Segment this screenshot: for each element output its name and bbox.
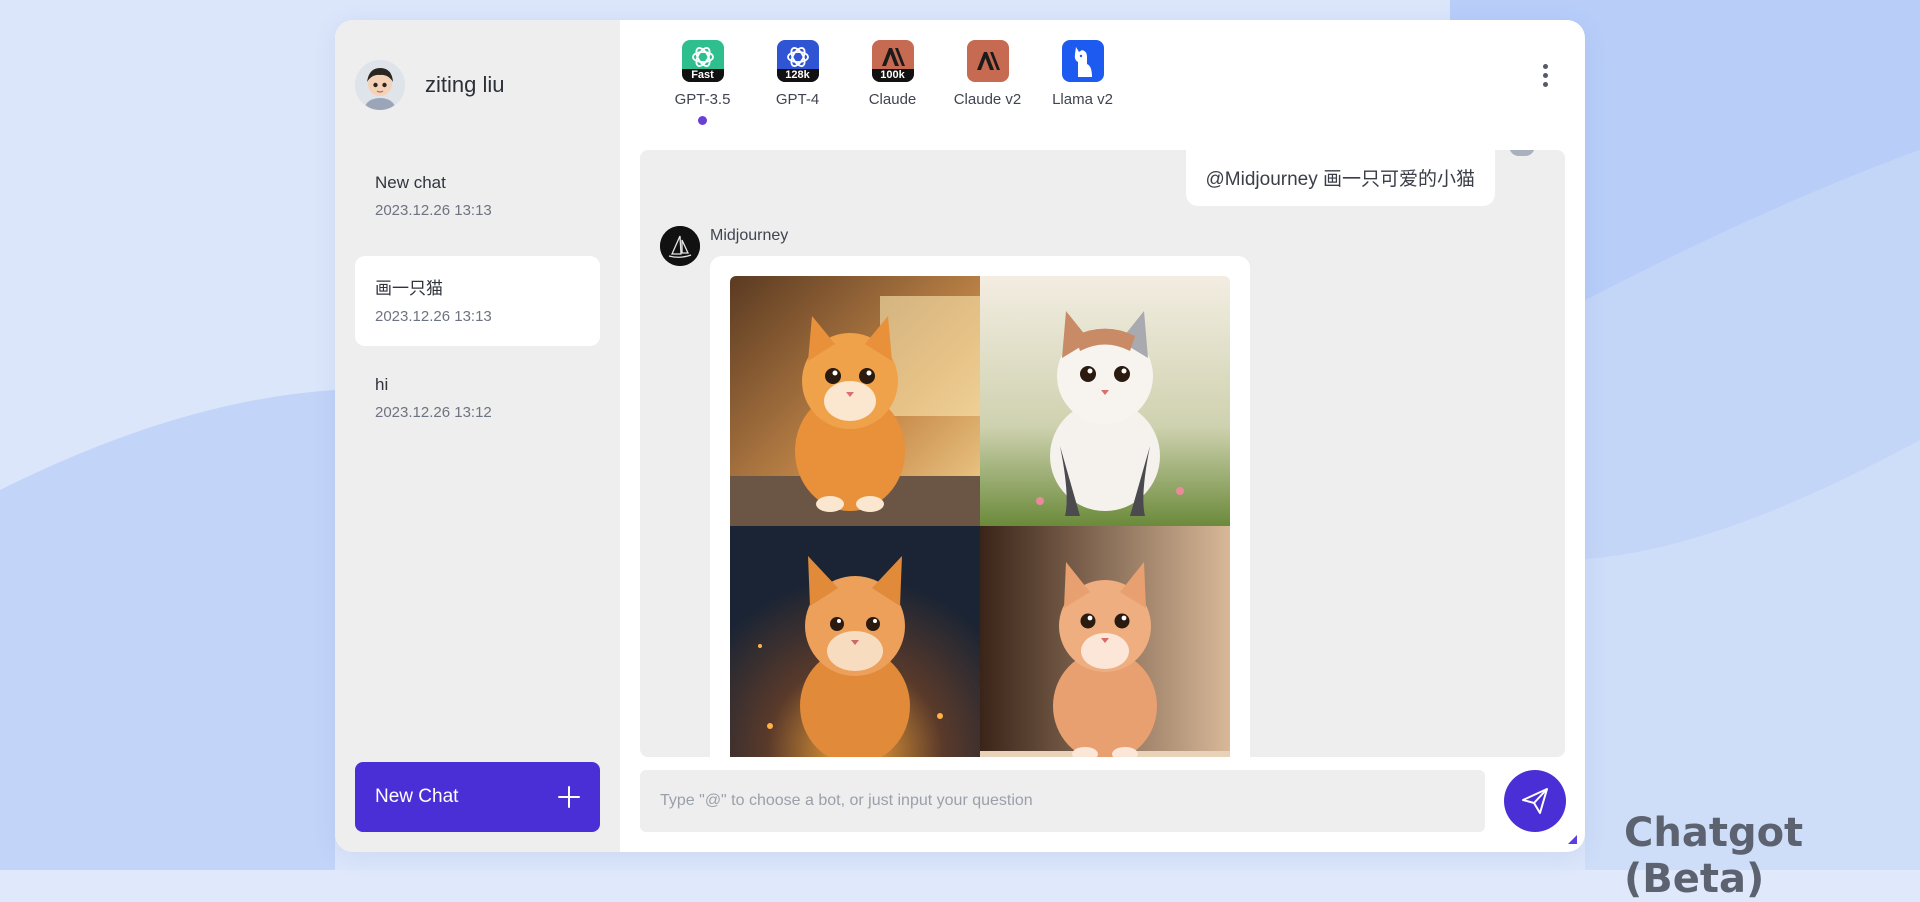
cat-image[interactable] [980, 526, 1230, 757]
brand-label: Chatgot (Beta) [1624, 810, 1804, 902]
chat-timestamp: 2023.12.26 13:13 [375, 308, 492, 325]
bot-message-card [710, 256, 1250, 757]
bot-label: GPT-4 [775, 91, 820, 108]
bot-tab-llama-v2[interactable]: Llama v2 [1035, 40, 1130, 125]
chat-title: 画一只猫 [375, 279, 443, 298]
more-dot-icon [1542, 63, 1548, 69]
openai-icon: 128k [776, 40, 819, 82]
cat-image[interactable] [730, 526, 980, 757]
bot-tab-claude[interactable]: 100k Claude [845, 40, 940, 125]
bot-label: Claude [868, 91, 917, 108]
cat-image[interactable] [980, 276, 1230, 526]
new-chat-button[interactable]: New Chat [355, 762, 600, 832]
more-dot-icon [1542, 81, 1548, 87]
chat-list-item-active[interactable]: 画一只猫 2023.12.26 13:13 [355, 256, 600, 346]
bot-sender-name: Midjourney [710, 227, 789, 244]
cat-image[interactable] [730, 276, 980, 526]
bot-selector: Fast GPT-3.5 128k GPT-4 100k Claude Clau… [655, 40, 1130, 125]
llama-icon [1061, 40, 1104, 82]
more-dot-icon [1542, 72, 1548, 78]
send-button[interactable] [1504, 770, 1566, 832]
send-icon [1522, 788, 1548, 814]
chat-timestamp: 2023.12.26 13:12 [375, 404, 492, 421]
sidebar: ziting liu New chat 2023.12.26 13:13 画一只… [335, 20, 620, 852]
avatar[interactable] [355, 60, 405, 110]
more-options-button[interactable] [1535, 60, 1555, 90]
chat-title: hi [375, 375, 389, 394]
bot-badge: Fast [681, 69, 724, 82]
user-message: @Midjourney 画一只可爱的小猫 [1185, 150, 1495, 206]
message-area[interactable]: @Midjourney 画一只可爱的小猫 Midjourney [640, 150, 1565, 757]
bot-badge: 100k [871, 69, 914, 82]
openai-icon: Fast [681, 40, 724, 82]
bot-tab-gpt-3-5[interactable]: Fast GPT-3.5 [655, 40, 750, 125]
anthropic-icon: 100k [871, 40, 914, 82]
active-indicator [698, 116, 707, 125]
bot-label: Llama v2 [1052, 91, 1113, 108]
plus-icon [558, 786, 580, 808]
username: ziting liu [425, 72, 505, 97]
bot-tab-gpt-4[interactable]: 128k GPT-4 [750, 40, 845, 125]
image-grid[interactable] [730, 276, 1230, 757]
chat-list: New chat 2023.12.26 13:13 画一只猫 2023.12.2… [355, 155, 600, 458]
message-input[interactable] [640, 770, 1485, 832]
midjourney-avatar [660, 226, 700, 266]
bot-tab-claude-v2[interactable]: Claude v2 [940, 40, 1035, 125]
app-window: ziting liu New chat 2023.12.26 13:13 画一只… [335, 20, 1585, 852]
chat-list-item[interactable]: hi 2023.12.26 13:12 [355, 357, 600, 447]
bot-badge: 128k [776, 69, 819, 82]
anthropic-icon [966, 40, 1009, 82]
resize-handle[interactable] [1568, 835, 1577, 844]
user-avatar [1509, 150, 1535, 156]
bot-label: GPT-3.5 [674, 91, 731, 108]
chat-list-item[interactable]: New chat 2023.12.26 13:13 [355, 155, 600, 245]
new-chat-label: New Chat [375, 786, 459, 807]
chat-timestamp: 2023.12.26 13:13 [375, 202, 492, 219]
bot-label: Claude v2 [953, 91, 1022, 108]
user-profile[interactable]: ziting liu [355, 60, 504, 110]
chat-title: New chat [375, 173, 446, 192]
